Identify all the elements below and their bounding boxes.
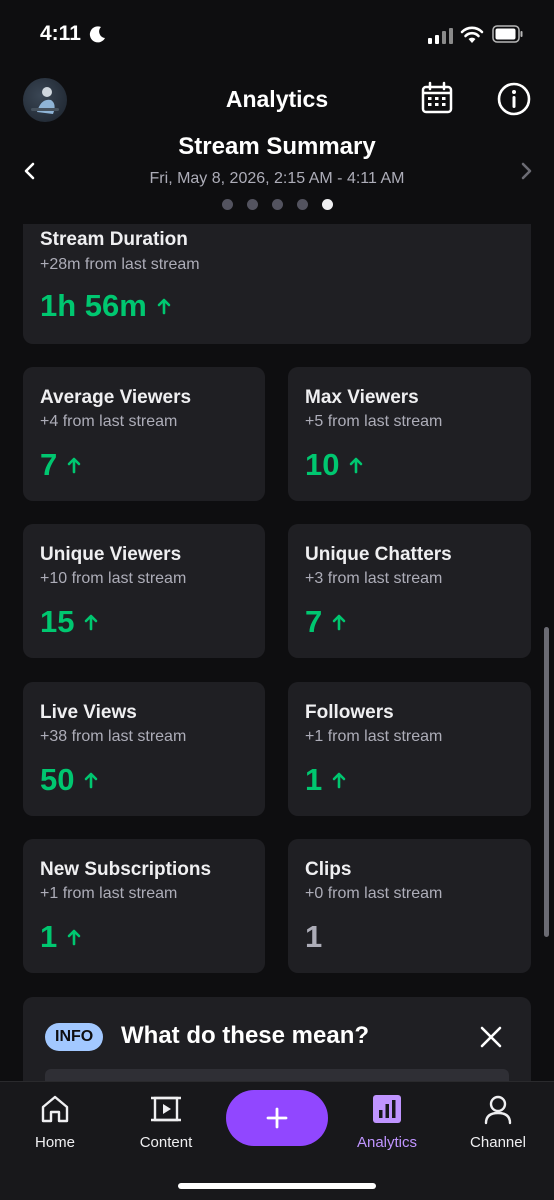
arrow-up-icon <box>157 298 171 315</box>
status-bar: 4:11 <box>0 0 554 70</box>
bottom-nav: Home Content Analytics Channel <box>0 1081 554 1200</box>
stat-value: 1 <box>305 919 322 955</box>
app-header: Analytics <box>0 72 554 128</box>
page-dot[interactable] <box>296 199 308 210</box>
stat-value-text: 1 <box>40 919 58 954</box>
stat-title: Clips <box>305 859 352 880</box>
signal-icon <box>428 28 453 44</box>
page-dot[interactable] <box>271 199 283 210</box>
stat-delta: +1 from last stream <box>305 728 443 745</box>
stat-delta: +5 from last stream <box>305 413 443 430</box>
home-indicator[interactable] <box>178 1183 376 1189</box>
info-badge: INFO <box>45 1023 104 1051</box>
page-title: Analytics <box>225 86 329 112</box>
stat-value-text: 1 <box>305 919 323 954</box>
page-dot-active[interactable] <box>321 199 333 210</box>
info-card: INFO What do these mean? <box>23 997 531 1081</box>
page-dot[interactable] <box>221 199 233 210</box>
chevron-right-icon[interactable] <box>516 160 536 182</box>
arrow-up-icon <box>350 457 363 474</box>
arrow-up-icon <box>85 772 98 789</box>
nav-label: Analytics <box>356 1134 418 1151</box>
scrollbar[interactable] <box>544 627 549 937</box>
summary-date-range: Fri, May 8, 2026, 2:15 AM - 4:11 AM <box>149 170 405 187</box>
stat-title: Stream Duration <box>40 229 188 250</box>
stat-value-text: 50 <box>40 762 75 797</box>
info-title: What do these mean? <box>121 1022 370 1049</box>
channel-icon <box>484 1095 512 1125</box>
wifi-icon <box>460 26 484 43</box>
status-time: 4:11 <box>40 22 81 45</box>
nav-home[interactable]: Home <box>10 1092 100 1151</box>
stat-value: 7 <box>305 604 346 640</box>
stat-value-text: 1h 56m <box>40 288 147 323</box>
stat-value: 1 <box>305 762 346 798</box>
nav-label: Content <box>139 1134 193 1151</box>
nav-channel[interactable]: Channel <box>453 1092 543 1151</box>
stat-title: Unique Chatters <box>305 544 452 565</box>
stat-card-new-subscriptions: New Subscriptions +1 from last stream 1 <box>23 839 265 973</box>
stat-title: Max Viewers <box>305 387 419 408</box>
stat-card-stream-duration: Stream Duration +28m from last stream 1h… <box>23 224 531 344</box>
stat-delta: +1 from last stream <box>40 885 178 902</box>
content-icon <box>151 1096 181 1122</box>
moon-icon <box>89 26 105 43</box>
stats-scroll-area[interactable]: Stream Duration +28m from last stream 1h… <box>0 224 554 1081</box>
stat-title: Unique Viewers <box>40 544 182 565</box>
calendar-icon[interactable] <box>420 81 454 115</box>
stat-title: Live Views <box>40 702 137 723</box>
stat-value: 10 <box>305 447 363 483</box>
stat-card-unique-chatters: Unique Chatters +3 from last stream 7 <box>288 524 531 658</box>
stat-value-text: 10 <box>305 447 340 482</box>
stat-value: 7 <box>40 447 81 483</box>
page-indicator[interactable] <box>0 199 554 210</box>
stat-value: 50 <box>40 762 98 798</box>
stat-card-followers: Followers +1 from last stream 1 <box>288 682 531 816</box>
stat-card-max-viewers: Max Viewers +5 from last stream 10 <box>288 367 531 501</box>
stat-value-text: 1 <box>305 762 323 797</box>
info-icon[interactable] <box>496 81 532 117</box>
stat-title: Average Viewers <box>40 387 192 408</box>
stat-value-text: 15 <box>40 604 75 639</box>
stat-delta: +10 from last stream <box>40 570 187 587</box>
stat-title: Followers <box>305 702 394 723</box>
summary-title: Stream Summary <box>178 133 376 160</box>
stat-value-text: 7 <box>40 447 58 482</box>
stat-value: 15 <box>40 604 98 640</box>
stat-card-average-viewers: Average Viewers +4 from last stream 7 <box>23 367 265 501</box>
stat-card-clips: Clips +0 from last stream 1 <box>288 839 531 973</box>
nav-analytics[interactable]: Analytics <box>342 1092 432 1151</box>
info-content-panel <box>45 1069 509 1081</box>
home-icon <box>41 1095 69 1123</box>
arrow-up-icon <box>332 614 346 631</box>
nav-content[interactable]: Content <box>121 1092 211 1151</box>
create-button[interactable] <box>226 1090 328 1146</box>
battery-icon <box>492 25 523 43</box>
arrow-up-icon <box>85 614 98 631</box>
stat-value-text: 7 <box>305 604 323 639</box>
analytics-icon <box>373 1095 401 1123</box>
arrow-up-icon <box>67 457 81 474</box>
stat-delta: +3 from last stream <box>305 570 443 587</box>
stat-title: New Subscriptions <box>40 859 212 880</box>
arrow-up-icon <box>332 772 346 789</box>
stat-card-unique-viewers: Unique Viewers +10 from last stream 15 <box>23 524 265 658</box>
stat-delta: +28m from last stream <box>40 256 200 273</box>
stat-card-live-views: Live Views +38 from last stream 50 <box>23 682 265 816</box>
plus-icon <box>266 1107 288 1129</box>
stat-value: 1h 56m <box>40 288 171 324</box>
page-dot[interactable] <box>246 199 258 210</box>
nav-label: Channel <box>470 1134 526 1151</box>
stat-delta: +38 from last stream <box>40 728 187 745</box>
close-icon[interactable] <box>478 1024 504 1050</box>
stat-value: 1 <box>40 919 81 955</box>
arrow-up-icon <box>67 929 81 946</box>
stat-delta: +4 from last stream <box>40 413 178 430</box>
stat-delta: +0 from last stream <box>305 885 443 902</box>
nav-label: Home <box>34 1134 75 1151</box>
